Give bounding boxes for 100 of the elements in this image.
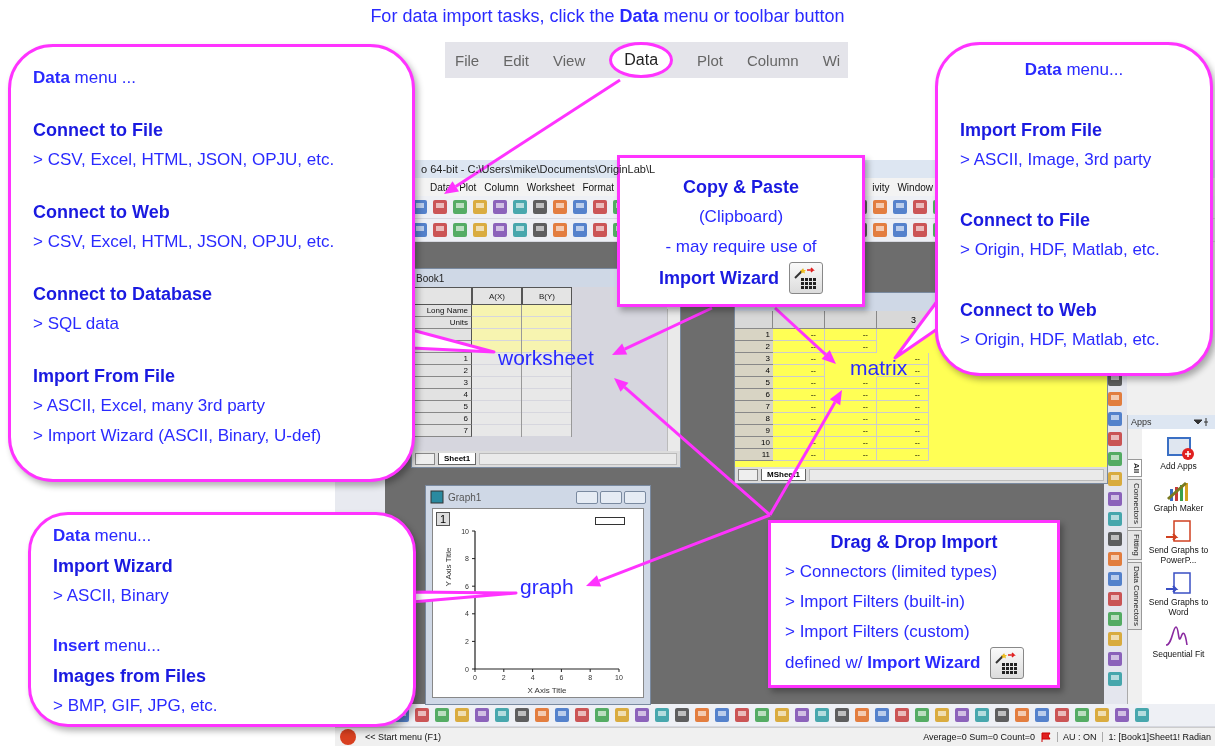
table-cell: --	[825, 401, 877, 413]
table-cell: --	[825, 437, 877, 449]
callout-text: > ASCII, Image, 3rd party	[960, 149, 1153, 171]
callout-text: (Clipboard)	[698, 206, 784, 228]
column-header[interactable]	[825, 311, 877, 329]
table-cell: --	[773, 353, 825, 365]
callout-text: > CSV, Excel, HTML, JSON, OPJU, etc.	[33, 149, 336, 171]
row-header[interactable]: 5	[735, 377, 773, 389]
callout-text: - may require use of	[665, 236, 817, 258]
flag-icon	[1040, 732, 1051, 742]
callout-text: Insert menu...	[53, 635, 162, 657]
row-header[interactable]: 2	[412, 365, 472, 377]
callout-text: > Origin, HDF, Matlab, etc.	[960, 239, 1161, 261]
callout-heading: Connect to File	[33, 119, 164, 142]
document-arrow-icon	[1163, 571, 1194, 597]
menu-item[interactable]: Data	[609, 42, 674, 78]
table-cell: --	[877, 389, 929, 401]
scrollbar[interactable]	[808, 469, 1104, 481]
row-header[interactable]: 5	[412, 401, 472, 413]
row-header[interactable]: 4	[735, 365, 773, 377]
table-cell: --	[877, 377, 929, 389]
panel-tab[interactable]: Data Connectors	[1128, 561, 1142, 630]
table-cell: --	[773, 365, 825, 377]
table-cell: --	[773, 437, 825, 449]
app-launcher[interactable]: Sequential Fit	[1152, 649, 1205, 659]
panel-tab[interactable]: Connectors	[1128, 479, 1142, 529]
row-header[interactable]: 6	[412, 413, 472, 425]
app-launcher[interactable]: Send Graphs to PowerP...	[1143, 545, 1214, 565]
table-cell: --	[825, 389, 877, 401]
status-text[interactable]: << Start menu (F1)	[365, 732, 442, 742]
menu-item[interactable]: Edit	[503, 51, 530, 69]
table-cell: --	[773, 425, 825, 437]
callout-heading: Import From File	[33, 365, 176, 388]
callout-text: Data menu ...	[33, 67, 137, 89]
app-launcher[interactable]: Graph Maker	[1153, 503, 1204, 513]
table-cell: --	[877, 437, 929, 449]
row-header[interactable]: 11	[735, 449, 773, 461]
row-header[interactable]: 6	[735, 389, 773, 401]
row-header[interactable]: Long Name	[412, 305, 472, 317]
menu-item[interactable]: ivity	[872, 181, 890, 193]
table-cell: --	[825, 329, 877, 341]
window-title: Graph1	[448, 491, 482, 503]
row-header[interactable]: 8	[735, 413, 773, 425]
import-wizard-button[interactable]	[990, 647, 1025, 679]
table-cell: --	[773, 329, 825, 341]
column-header[interactable]: B(Y)	[522, 287, 572, 305]
app-launcher[interactable]: Add Apps	[1160, 461, 1197, 471]
row-header[interactable]: 7	[412, 425, 472, 437]
menu-item[interactable]: Window	[897, 181, 933, 193]
panel-tab[interactable]: Fitting	[1128, 530, 1142, 560]
menu-item[interactable]: Format	[582, 181, 615, 193]
callout-text: > Origin, HDF, Matlab, etc.	[960, 329, 1161, 351]
scrollbar[interactable]	[479, 453, 677, 465]
table-cell: --	[773, 341, 825, 353]
callout-heading: Connect to Database	[33, 283, 214, 306]
column-header[interactable]: A(X)	[472, 287, 522, 305]
heading-text: For data import tasks, click the Data menu or toolbar button	[369, 6, 846, 27]
menu-item[interactable]: Worksheet	[526, 181, 575, 193]
window-title: Book1	[416, 272, 445, 284]
table-cell: --	[773, 389, 825, 401]
menu-item[interactable]: Wi	[822, 51, 841, 69]
maximize-button[interactable]	[600, 490, 622, 504]
callout-text: > SQL data	[33, 313, 120, 335]
row-header[interactable]: 3	[412, 377, 472, 389]
callout-text: > CSV, Excel, HTML, JSON, OPJU, etc.	[33, 231, 336, 253]
menu-item[interactable]: File	[455, 51, 480, 69]
scrollbar[interactable]	[667, 309, 680, 451]
menu-item[interactable]: Column	[746, 51, 799, 69]
row-header[interactable]: 10	[735, 437, 773, 449]
callout-text: > Import Filters (custom)	[785, 621, 971, 643]
layer-number[interactable]: 1	[436, 512, 451, 526]
menu-item[interactable]: Column	[484, 181, 519, 193]
object-label: worksheet	[498, 346, 594, 370]
table-cell	[735, 311, 773, 329]
minimize-button[interactable]	[576, 490, 598, 504]
menu-item[interactable]: Plot	[697, 51, 723, 69]
row-header[interactable]: 1	[735, 329, 773, 341]
legend-box	[595, 517, 625, 525]
app-launcher[interactable]: Send Graphs to Word	[1143, 597, 1214, 617]
table-cell: --	[773, 377, 825, 389]
sheet-tab[interactable]: Sheet1	[438, 453, 477, 465]
import-wizard-button[interactable]	[788, 262, 823, 294]
slide-arrow-icon	[1163, 519, 1194, 545]
column-header[interactable]	[773, 311, 825, 329]
callout-heading: Connect to File	[960, 209, 1091, 232]
close-button[interactable]	[624, 490, 646, 504]
row-header[interactable]: 4	[412, 389, 472, 401]
table-cell: --	[773, 413, 825, 425]
panel-tab[interactable]: All	[1128, 459, 1142, 478]
menu-item[interactable]: View	[553, 51, 586, 69]
row-header[interactable]: 7	[735, 401, 773, 413]
row-header[interactable]: 2	[735, 341, 773, 353]
start-orb-icon	[337, 728, 359, 746]
table-cell: --	[877, 413, 929, 425]
row-header[interactable]: 9	[735, 425, 773, 437]
callout-text: > ASCII, Binary	[53, 585, 170, 607]
row-header[interactable]: 3	[735, 353, 773, 365]
callout-text: > Connectors (limited types)	[785, 561, 999, 583]
row-header[interactable]: Units	[412, 317, 472, 329]
row-header[interactable]: 1	[412, 353, 472, 365]
